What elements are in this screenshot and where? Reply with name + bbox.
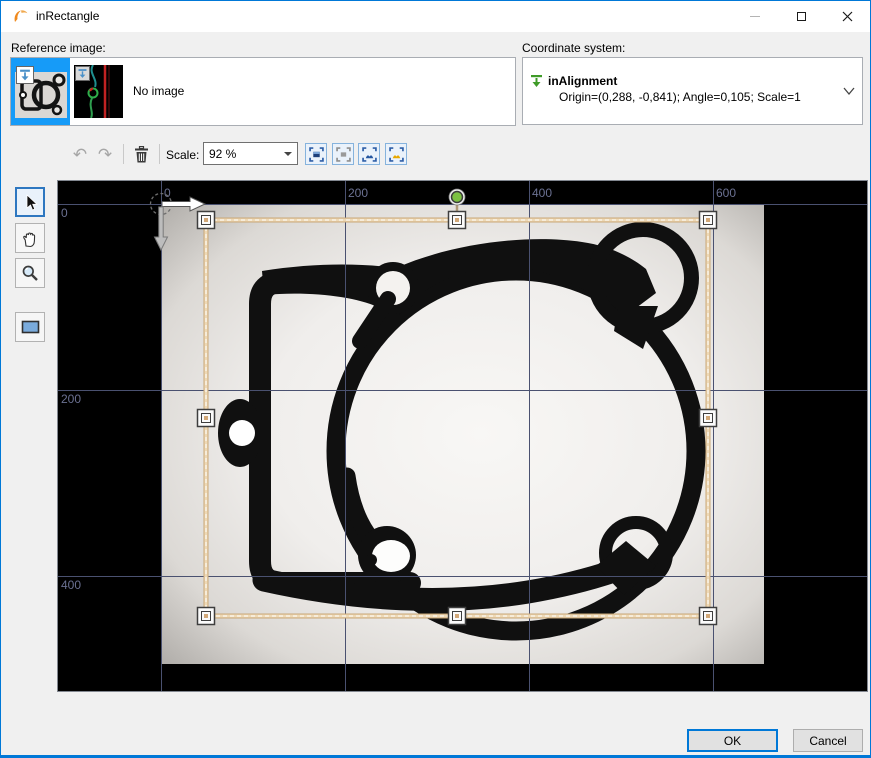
- scale-label: Scale:: [166, 148, 199, 162]
- scale-value: 92 %: [209, 147, 236, 161]
- pan-tool-button[interactable]: [15, 223, 45, 253]
- dialog-window: inRectangle Reference image:: [0, 0, 871, 758]
- zoom-tool-button[interactable]: [15, 258, 45, 288]
- title-bar[interactable]: inRectangle: [1, 1, 870, 32]
- ruler-y-label: 400: [61, 578, 81, 592]
- reference-image-list[interactable]: No image: [10, 57, 516, 126]
- delete-button[interactable]: [130, 143, 152, 165]
- ruler-x-label: 200: [348, 186, 368, 200]
- zoom-original-size-button[interactable]: [332, 143, 354, 165]
- scale-dropdown-arrow-icon[interactable]: [284, 152, 292, 156]
- hand-icon: [21, 229, 39, 248]
- window-title: inRectangle: [36, 9, 99, 23]
- undo-button[interactable]: ↶: [69, 143, 91, 165]
- ruler-x-label: 600: [716, 186, 736, 200]
- handle-middle-left[interactable]: [198, 410, 215, 427]
- image-editor-canvas[interactable]: 0 200 400 600 0 200 400: [58, 181, 867, 691]
- toolbar-separator: [123, 144, 124, 164]
- alignment-port-icon: [530, 74, 543, 89]
- reference-image-label: Reference image:: [11, 41, 106, 55]
- trash-icon: [134, 146, 149, 163]
- zoom-fit-width-button[interactable]: [358, 143, 380, 165]
- handle-top-right[interactable]: [700, 212, 717, 229]
- handle-middle-right[interactable]: [700, 410, 717, 427]
- ruler-y-label: 200: [61, 392, 81, 406]
- cancel-button[interactable]: Cancel: [793, 729, 863, 752]
- ok-button[interactable]: OK: [687, 729, 778, 752]
- minimize-icon: [750, 16, 760, 17]
- handle-top-center[interactable]: [449, 212, 466, 229]
- undo-icon: ↶: [73, 146, 87, 163]
- magnifier-icon: [21, 264, 39, 282]
- coordinate-system-name: inAlignment: [548, 74, 617, 88]
- no-image-option[interactable]: No image: [133, 84, 184, 98]
- ruler-x-label: 400: [532, 186, 552, 200]
- handle-bottom-right[interactable]: [700, 608, 717, 625]
- zoom-fit-image-button[interactable]: [305, 143, 327, 165]
- minimize-button[interactable]: [732, 1, 778, 31]
- reference-thumbnail-selected[interactable]: [11, 58, 70, 125]
- redo-icon: ↷: [98, 146, 112, 163]
- rectangle-shape-icon: [21, 320, 40, 334]
- redo-button[interactable]: ↷: [94, 143, 116, 165]
- chevron-down-icon[interactable]: [842, 84, 856, 98]
- zoom-fit-width-icon: [362, 147, 377, 162]
- rectangle-tool-button[interactable]: [15, 312, 45, 342]
- handle-bottom-left[interactable]: [198, 608, 215, 625]
- zoom-selection-button[interactable]: [385, 143, 407, 165]
- select-tool-button[interactable]: [15, 187, 45, 217]
- reference-image-bitmap: [161, 204, 764, 664]
- reference-thumbnail-edges[interactable]: [73, 58, 126, 125]
- handle-bottom-center[interactable]: [449, 608, 466, 625]
- close-icon: [842, 11, 853, 22]
- coordinate-system-details: Origin=(0,288, -0,841); Angle=0,105; Sca…: [559, 90, 801, 104]
- input-port-icon: [16, 66, 34, 84]
- input-port-icon: [75, 66, 90, 81]
- coordinate-system-combo[interactable]: inAlignment Origin=(0,288, -0,841); Angl…: [522, 57, 863, 125]
- scale-combobox[interactable]: 92 %: [203, 142, 298, 165]
- maximize-icon: [797, 12, 806, 21]
- zoom-fit-image-icon: [309, 147, 324, 162]
- toolbar-separator: [159, 144, 160, 164]
- zoom-selection-icon: [389, 147, 404, 162]
- ruler-y-label: 0: [61, 206, 68, 220]
- coordinate-system-label: Coordinate system:: [522, 41, 625, 55]
- ruler-x-label: 0: [164, 186, 171, 200]
- handle-top-left[interactable]: [198, 212, 215, 229]
- zoom-original-size-icon: [336, 147, 351, 162]
- maximize-button[interactable]: [778, 1, 824, 31]
- app-logo-icon: [12, 8, 29, 25]
- cursor-arrow-icon: [22, 193, 39, 211]
- close-button[interactable]: [824, 1, 870, 31]
